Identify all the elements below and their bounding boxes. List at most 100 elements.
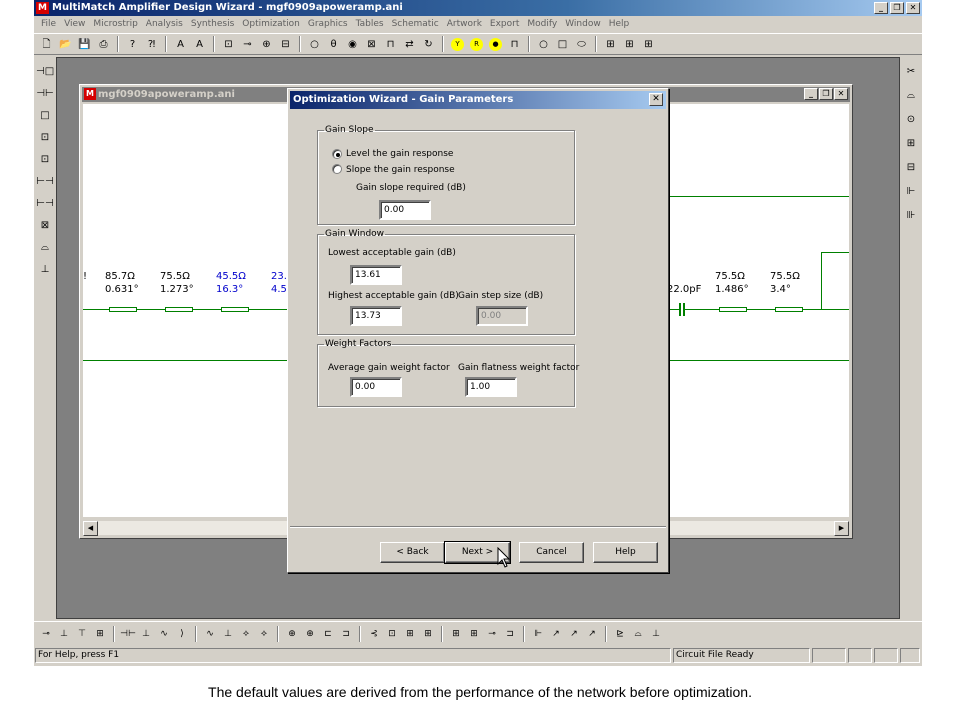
- tline-segment[interactable]: [719, 307, 747, 312]
- menu-optimization[interactable]: Optimization: [238, 16, 304, 32]
- child-close-button[interactable]: ✕: [834, 88, 848, 100]
- component-tool-icon[interactable]: ⊏: [320, 626, 336, 642]
- scroll-right-button[interactable]: ▶: [834, 521, 849, 536]
- menu-schematic[interactable]: Schematic: [388, 16, 443, 32]
- component-tool-icon[interactable]: ⟡: [256, 626, 272, 642]
- slope-gain-radio[interactable]: [332, 164, 342, 174]
- component-tool-icon[interactable]: ⊣⊢: [120, 626, 136, 642]
- yellow-2-icon[interactable]: R: [470, 37, 483, 51]
- app-title-bar[interactable]: M MultiMatch Amplifier Design Wizard - m…: [34, 0, 922, 16]
- left-tool-icon[interactable]: ⊣□: [36, 63, 54, 81]
- lowest-gain-input[interactable]: 13.61: [350, 265, 402, 285]
- square-icon[interactable]: □: [554, 36, 571, 53]
- right-tool-icon[interactable]: ⊟: [902, 159, 920, 177]
- component-tool-icon[interactable]: ∿: [156, 626, 172, 642]
- child-minimize-button[interactable]: _: [804, 88, 818, 100]
- level-gain-label[interactable]: Level the gain response: [346, 148, 453, 160]
- component-tool-icon[interactable]: ⊥: [220, 626, 236, 642]
- gain-slope-input[interactable]: 0.00: [379, 200, 431, 220]
- text-a-outline-icon[interactable]: A: [191, 36, 208, 53]
- right-tool-icon[interactable]: ⌓: [902, 87, 920, 105]
- component-tool-icon[interactable]: ⊥: [138, 626, 154, 642]
- component-tool-icon[interactable]: ∿: [202, 626, 218, 642]
- component-tool-icon[interactable]: ⟩: [174, 626, 190, 642]
- scroll-left-button[interactable]: ◀: [83, 521, 98, 536]
- level-gain-radio[interactable]: [332, 149, 342, 159]
- component-tool-icon[interactable]: ⊞: [448, 626, 464, 642]
- save-disk-icon[interactable]: 💾: [76, 36, 93, 53]
- minimize-button[interactable]: _: [874, 2, 888, 14]
- menu-view[interactable]: View: [60, 16, 89, 32]
- menu-file[interactable]: File: [37, 16, 60, 32]
- component-tool-icon[interactable]: ⊰: [366, 626, 382, 642]
- arrows-icon[interactable]: ⇄: [401, 36, 418, 53]
- cancel-button[interactable]: Cancel: [519, 542, 584, 563]
- left-tool-icon[interactable]: ⊡: [36, 129, 54, 147]
- highest-gain-input[interactable]: 13.73: [350, 306, 402, 326]
- text-a-icon[interactable]: A: [172, 36, 189, 53]
- component-tool-icon[interactable]: ⊕: [284, 626, 300, 642]
- tool-3-icon[interactable]: ⊞: [640, 36, 657, 53]
- yellow-1-icon[interactable]: Y: [451, 37, 464, 51]
- right-tool-icon[interactable]: ⊪: [902, 207, 920, 225]
- menu-analysis[interactable]: Analysis: [142, 16, 187, 32]
- back-button[interactable]: < Back: [380, 542, 445, 563]
- tool-1-icon[interactable]: ⊞: [602, 36, 619, 53]
- component-tool-icon[interactable]: ↗: [566, 626, 582, 642]
- component-tool-icon[interactable]: ⊤: [74, 626, 90, 642]
- node-icon[interactable]: ⊕: [258, 36, 275, 53]
- tline-segment[interactable]: [775, 307, 803, 312]
- component-tool-icon[interactable]: ⊕: [302, 626, 318, 642]
- restore-button[interactable]: ❐: [890, 2, 904, 14]
- component-tool-icon[interactable]: ⊥: [56, 626, 72, 642]
- target-icon[interactable]: ◉: [344, 36, 361, 53]
- slope-gain-label[interactable]: Slope the gain response: [346, 164, 455, 176]
- component-tool-icon[interactable]: ⊐: [338, 626, 354, 642]
- help-button[interactable]: Help: [593, 542, 658, 563]
- theta-icon[interactable]: θ: [325, 36, 342, 53]
- component-tool-icon[interactable]: ⊞: [402, 626, 418, 642]
- component-tool-icon[interactable]: ⊵: [612, 626, 628, 642]
- yellow-3-icon[interactable]: ●: [489, 37, 502, 51]
- flatness-weight-input[interactable]: 1.00: [465, 377, 517, 397]
- component-tool-icon[interactable]: ↗: [548, 626, 564, 642]
- component-tool-icon[interactable]: ⊩: [530, 626, 546, 642]
- left-tool-icon[interactable]: □: [36, 107, 54, 125]
- component-tool-icon[interactable]: ⊥: [648, 626, 664, 642]
- menu-window[interactable]: Window: [561, 16, 605, 32]
- component-tool-icon[interactable]: ⌓: [630, 626, 646, 642]
- left-tool-icon[interactable]: ⊢⊣: [36, 195, 54, 213]
- right-tool-icon[interactable]: ⊙: [902, 111, 920, 129]
- component-tool-icon[interactable]: ⊐: [502, 626, 518, 642]
- pulse-icon[interactable]: ⊓: [506, 36, 523, 53]
- menu-synthesis[interactable]: Synthesis: [187, 16, 238, 32]
- print-icon[interactable]: ⎙: [95, 36, 112, 53]
- average-weight-input[interactable]: 0.00: [350, 377, 402, 397]
- left-tool-icon[interactable]: ⊢⊣: [36, 173, 54, 191]
- tool-2-icon[interactable]: ⊞: [621, 36, 638, 53]
- dialog-close-button[interactable]: ✕: [649, 93, 663, 106]
- menu-tables[interactable]: Tables: [352, 16, 388, 32]
- help-icon[interactable]: ?: [124, 36, 141, 53]
- right-tool-icon[interactable]: ⊩: [902, 183, 920, 201]
- menu-microstrip[interactable]: Microstrip: [89, 16, 141, 32]
- component-tool-icon[interactable]: ↗: [584, 626, 600, 642]
- context-help-icon[interactable]: ⁈: [143, 36, 160, 53]
- child-restore-button[interactable]: ❐: [819, 88, 833, 100]
- right-tool-icon[interactable]: ✂: [902, 63, 920, 81]
- menu-artwork[interactable]: Artwork: [443, 16, 486, 32]
- tline-segment[interactable]: [109, 307, 137, 312]
- refresh-icon[interactable]: ↻: [420, 36, 437, 53]
- left-tool-icon[interactable]: ⊠: [36, 217, 54, 235]
- component-tool-icon[interactable]: ⊞: [92, 626, 108, 642]
- new-file-icon[interactable]: 🗋: [38, 36, 55, 53]
- tline-segment[interactable]: [165, 307, 193, 312]
- bridge-icon[interactable]: ⊓: [382, 36, 399, 53]
- menu-export[interactable]: Export: [486, 16, 523, 32]
- left-tool-icon[interactable]: ⌓: [36, 239, 54, 257]
- dialog-title-bar[interactable]: Optimization Wizard - Gain Parameters ✕: [290, 91, 666, 109]
- component-tool-icon[interactable]: ⊞: [466, 626, 482, 642]
- component-tool-icon[interactable]: ⊸: [38, 626, 54, 642]
- component-tool-icon[interactable]: ⟡: [238, 626, 254, 642]
- open-circle-icon[interactable]: ○: [535, 36, 552, 53]
